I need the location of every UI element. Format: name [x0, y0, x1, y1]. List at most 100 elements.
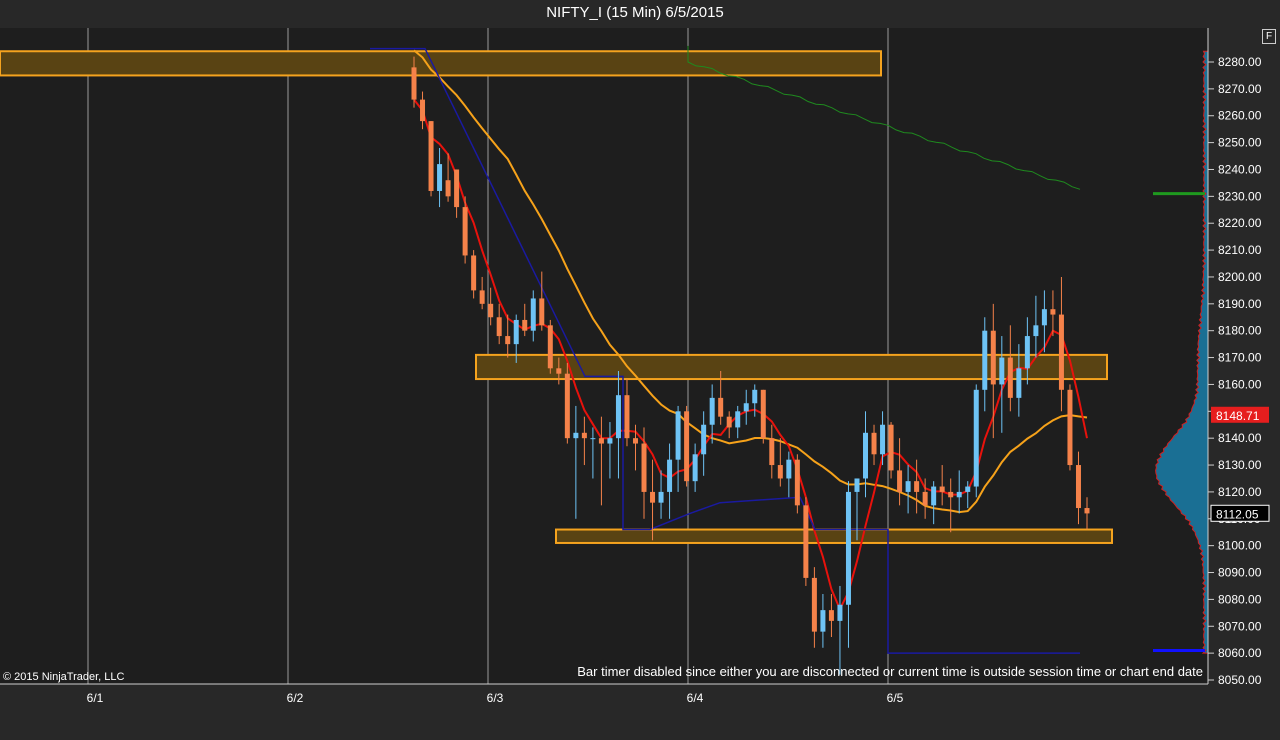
candle-body [437, 164, 443, 191]
candle-body [973, 389, 979, 487]
candle-body [931, 486, 937, 506]
candle-body [888, 424, 894, 471]
y-tick-label: 8070.00 [1218, 619, 1262, 633]
candle-body [607, 438, 613, 444]
candle-body [948, 491, 954, 498]
candle-body [837, 604, 843, 621]
candle-body [718, 397, 724, 417]
y-tick-label: 8080.00 [1218, 592, 1262, 606]
candle-body [454, 169, 460, 208]
last-price-label: 8148.71 [1216, 409, 1260, 423]
x-tick-label: 6/3 [487, 691, 504, 705]
y-tick-label: 8180.00 [1218, 324, 1262, 338]
candle-body [573, 432, 579, 439]
candle-body [871, 432, 877, 455]
candle-body [615, 395, 621, 439]
candle-body [641, 443, 647, 492]
candle-body [914, 481, 920, 492]
candle-body [624, 395, 630, 439]
candle-body [632, 438, 638, 444]
volume-profile-shape [1155, 50, 1209, 654]
y-tick-label: 8200.00 [1218, 270, 1262, 284]
candle-body [496, 317, 502, 337]
candle-body [581, 432, 587, 439]
y-tick-label: 8090.00 [1218, 566, 1262, 580]
y-tick-label: 8170.00 [1218, 351, 1262, 365]
candle-body [692, 454, 698, 482]
candle-body [1007, 357, 1013, 398]
y-tick-label: 8260.00 [1218, 109, 1262, 123]
candle-body [530, 298, 536, 331]
y-tick-label: 8130.00 [1218, 458, 1262, 472]
candle-body [743, 403, 749, 412]
candle-body [445, 180, 451, 197]
candle-body [1024, 336, 1030, 369]
zones [0, 50, 1113, 544]
candle-body [1016, 368, 1022, 398]
candle-body [522, 319, 528, 331]
candle-body [803, 505, 809, 578]
candle-body [675, 411, 681, 460]
slow-moving-average-line [413, 49, 1088, 514]
candle-body [701, 424, 707, 455]
candle-body [794, 459, 800, 506]
candle-body [462, 207, 468, 256]
candle-body [667, 459, 673, 492]
indicator-lines [370, 45, 1088, 654]
y-tick-label: 8280.00 [1218, 55, 1262, 69]
y-tick-label: 8160.00 [1218, 377, 1262, 391]
candle-body [811, 577, 817, 632]
candle-body [845, 491, 851, 605]
candle-body [420, 99, 426, 122]
candle-body [1041, 309, 1047, 326]
volume-profile [1153, 50, 1209, 654]
candle-body [598, 438, 604, 444]
y-tick-label: 8120.00 [1218, 485, 1262, 499]
candle-body [1058, 314, 1064, 390]
candle-body [684, 411, 690, 482]
x-tick-label: 6/4 [687, 691, 704, 705]
candle-body [828, 610, 834, 621]
candle-body [411, 67, 417, 100]
zone-rectangle [555, 528, 1113, 544]
candle-body [471, 255, 477, 291]
candle-body [1067, 389, 1073, 466]
candle-body [922, 491, 928, 506]
candle-body [650, 491, 656, 503]
copyright-text: © 2015 NinjaTrader, LLC [3, 671, 125, 683]
candle-body [880, 424, 886, 455]
candle-body [1050, 309, 1056, 315]
chart-svg[interactable]: 6/1 6/2 6/3 6/4 6/5 8050.00 8060.00 8070.00 8080… [0, 0, 1280, 740]
candle-body [726, 416, 732, 428]
candle-body [539, 298, 545, 326]
current-price-label: 8112.05 [1216, 507, 1259, 521]
candle-body [990, 330, 996, 385]
candle-body [760, 389, 766, 439]
y-tick-label: 8230.00 [1218, 189, 1262, 203]
candle-body [820, 610, 826, 632]
candle-body [752, 389, 758, 404]
candle-body [709, 397, 715, 425]
y-tick-label: 8190.00 [1218, 297, 1262, 311]
candle-body [658, 491, 664, 503]
candle-body [777, 465, 783, 479]
y-tick-label: 8100.00 [1218, 539, 1262, 553]
x-tick-label: 6/1 [87, 691, 104, 705]
candle-body [999, 357, 1005, 385]
candle-body [863, 432, 869, 479]
candle-body [488, 303, 494, 318]
y-tick-label: 8240.00 [1218, 162, 1262, 176]
candle-body [564, 373, 570, 439]
candle-body [786, 459, 792, 479]
candle-body [1075, 465, 1081, 509]
vwap-line [370, 47, 1080, 654]
candle-body [769, 438, 775, 466]
candle-body [513, 319, 519, 345]
y-tick-label: 8210.00 [1218, 243, 1262, 257]
candle-body [428, 121, 434, 191]
zone-rectangle [0, 50, 882, 77]
x-tick-label: 6/5 [887, 691, 904, 705]
x-tick-label: 6/2 [287, 691, 304, 705]
y-tick-label: 8060.00 [1218, 646, 1262, 660]
y-tick-label: 8250.00 [1218, 136, 1262, 150]
